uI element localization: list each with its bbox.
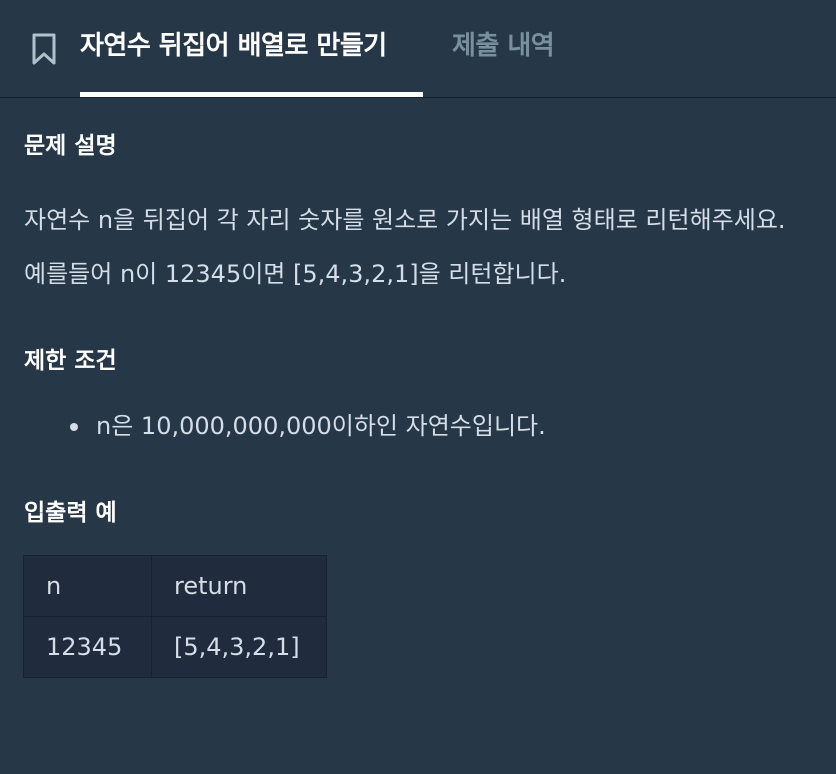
examples-table: n return 12345 [5,4,3,2,1]	[23, 555, 327, 678]
description-heading: 문제 설명	[24, 133, 117, 159]
tab-problem[interactable]: 자연수 뒤집어 배열로 만들기	[80, 28, 387, 64]
table-row: 12345 [5,4,3,2,1]	[23, 616, 327, 678]
table-header-row: n return	[23, 555, 327, 617]
cell-return: [5,4,3,2,1]	[151, 616, 327, 678]
tab-bar: 자연수 뒤집어 배열로 만들기 제출 내역	[0, 0, 836, 98]
column-header-n: n	[23, 555, 152, 617]
cell-n: 12345	[23, 616, 152, 678]
bullet-icon	[70, 423, 78, 431]
active-tab-indicator	[80, 92, 423, 97]
examples-heading: 입출력 예	[24, 500, 117, 526]
constraints-heading: 제한 조건	[24, 348, 117, 374]
constraint-text: n은 10,000,000,000이하인 자연수입니다.	[96, 412, 546, 440]
bookmark-icon[interactable]	[30, 32, 58, 66]
tab-submission-history[interactable]: 제출 내역	[452, 28, 555, 64]
constraints-list: n은 10,000,000,000이하인 자연수입니다.	[24, 405, 546, 447]
constraint-item: n은 10,000,000,000이하인 자연수입니다.	[24, 405, 546, 447]
column-header-return: return	[151, 555, 327, 617]
description-text: 자연수 n을 뒤집어 각 자리 숫자를 원소로 가지는 배열 형태로 리턴해주세…	[24, 206, 786, 288]
